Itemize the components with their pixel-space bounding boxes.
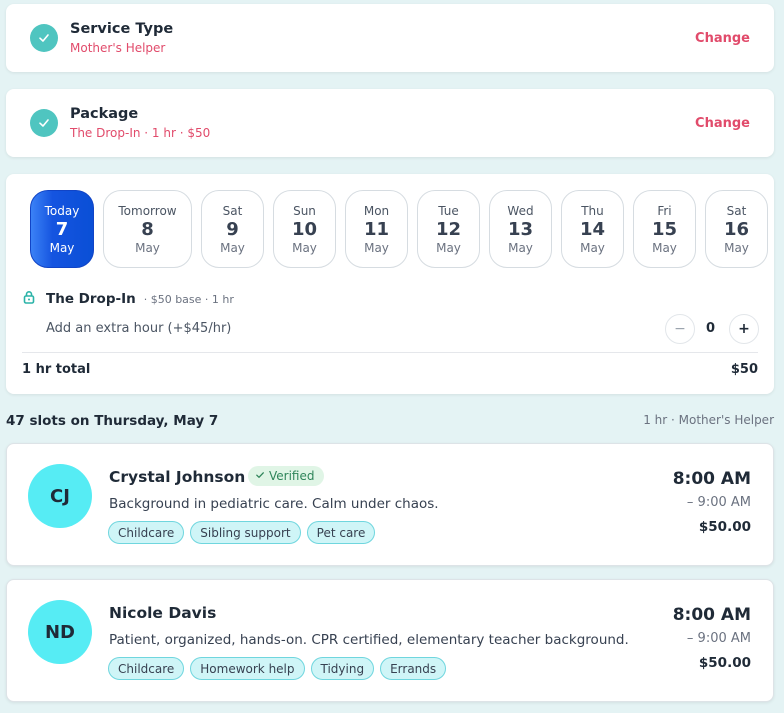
date-pill-sun-10[interactable]: Sun 10 May xyxy=(273,190,336,268)
date-pill-today[interactable]: Today 7 May xyxy=(30,190,94,268)
avatar: ND xyxy=(28,600,92,664)
total-label: 1 hr total xyxy=(22,362,91,377)
skill-tag: Homework help xyxy=(190,657,305,680)
provider-card[interactable]: ND Nicole Davis Patient, organized, hand… xyxy=(6,579,774,702)
slots-meta: 1 hr · Mother's Helper xyxy=(643,413,774,427)
date-day: 12 xyxy=(435,219,462,240)
verified-badge: Verified xyxy=(248,466,324,486)
extra-hour-count: 0 xyxy=(706,321,716,336)
provider-bio: Patient, organized, hands-on. CPR certif… xyxy=(109,632,629,648)
date-day: 15 xyxy=(651,219,678,240)
skill-tag: Childcare xyxy=(108,521,185,544)
provider-name: Crystal Johnson xyxy=(109,468,246,486)
check-circle-icon xyxy=(30,24,58,52)
date-picker: Today 7 May Tomorrow 8 May Sat 9 May Sun… xyxy=(30,190,774,270)
date-month: May xyxy=(580,241,605,255)
avatar: CJ xyxy=(28,464,92,528)
service-type-title: Service Type xyxy=(70,21,174,37)
date-dow: Sun xyxy=(293,204,316,218)
slot-price: $50.00 xyxy=(698,655,751,671)
service-type-value: Mother's Helper xyxy=(70,41,166,55)
skill-tag: Childcare xyxy=(108,657,185,680)
date-month: May xyxy=(652,241,677,255)
date-pill-tomorrow[interactable]: Tomorrow 8 May xyxy=(103,190,192,268)
decrement-button[interactable]: − xyxy=(665,314,695,344)
date-day: 7 xyxy=(55,219,69,240)
change-service-type-button[interactable]: Change xyxy=(695,31,750,46)
date-day: 11 xyxy=(363,219,390,240)
change-package-button[interactable]: Change xyxy=(695,116,750,131)
date-dow: Thu xyxy=(581,204,604,218)
package-value: The Drop-In · 1 hr · $50 xyxy=(70,126,211,140)
date-pill-thu-14[interactable]: Thu 14 May xyxy=(561,190,624,268)
date-pill-sat-9[interactable]: Sat 9 May xyxy=(201,190,264,268)
date-pill-fri-15[interactable]: Fri 15 May xyxy=(633,190,696,268)
package-title: Package xyxy=(70,106,139,122)
slot-end-time: – 9:00 AM xyxy=(686,495,751,510)
date-dow: Tue xyxy=(438,204,459,218)
skill-tags: Childcare Sibling support Pet care xyxy=(108,521,376,544)
provider-bio: Background in pediatric care. Calm under… xyxy=(109,496,439,512)
provider-card[interactable]: CJ Crystal Johnson Verified Background i… xyxy=(6,443,774,566)
date-dow: Mon xyxy=(363,204,390,218)
date-month: May xyxy=(724,241,749,255)
date-day: 10 xyxy=(291,219,318,240)
date-day: 16 xyxy=(723,219,750,240)
skill-tag: Errands xyxy=(380,657,447,680)
package-summary: The Drop-In · $50 base · 1 hr xyxy=(22,290,234,308)
package-card: Package The Drop-In · 1 hr · $50 Change xyxy=(6,89,774,157)
slots-heading: 47 slots on Thursday, May 7 xyxy=(6,413,219,429)
slot-start-time: 8:00 AM xyxy=(672,605,751,625)
skill-tag: Sibling support xyxy=(190,521,301,544)
skill-tag: Tidying xyxy=(310,657,375,680)
extra-hour-label: Add an extra hour (+$45/hr) xyxy=(46,321,232,336)
skill-tags: Childcare Homework help Tidying Errands xyxy=(108,657,447,680)
date-month: May xyxy=(135,241,160,255)
date-day: 14 xyxy=(579,219,606,240)
date-dow: Today xyxy=(44,204,80,218)
date-dow: Wed xyxy=(507,204,534,218)
verified-label: Verified xyxy=(269,469,315,483)
date-month: May xyxy=(220,241,245,255)
date-dow: Sat xyxy=(726,204,747,218)
date-dow: Fri xyxy=(657,204,672,218)
date-pill-mon-11[interactable]: Mon 11 May xyxy=(345,190,408,268)
date-pill-tue-12[interactable]: Tue 12 May xyxy=(417,190,480,268)
date-day: 8 xyxy=(141,219,154,240)
package-meta: · $50 base · 1 hr xyxy=(143,292,234,306)
date-dow: Tomorrow xyxy=(118,204,177,218)
check-icon xyxy=(255,469,265,483)
slot-end-time: – 9:00 AM xyxy=(686,631,751,646)
slot-price: $50.00 xyxy=(698,519,751,535)
divider xyxy=(22,352,758,353)
slot-start-time: 8:00 AM xyxy=(672,469,751,489)
date-month: May xyxy=(508,241,533,255)
date-pill-sat-16[interactable]: Sat 16 May xyxy=(705,190,768,268)
date-month: May xyxy=(436,241,461,255)
date-month: May xyxy=(49,241,75,255)
total-price: $50 xyxy=(730,362,758,377)
increment-button[interactable]: + xyxy=(729,314,759,344)
date-dow: Sat xyxy=(222,204,243,218)
check-circle-icon xyxy=(30,109,58,137)
date-day: 9 xyxy=(226,219,239,240)
skill-tag: Pet care xyxy=(306,521,376,544)
date-day: 13 xyxy=(507,219,534,240)
date-month: May xyxy=(292,241,317,255)
date-pill-wed-13[interactable]: Wed 13 May xyxy=(489,190,552,268)
date-month: May xyxy=(364,241,389,255)
schedule-card: Today 7 May Tomorrow 8 May Sat 9 May Sun… xyxy=(6,174,774,394)
package-name: The Drop-In xyxy=(46,291,136,307)
service-type-card: Service Type Mother's Helper Change xyxy=(6,4,774,72)
lock-icon xyxy=(22,290,36,308)
provider-name: Nicole Davis xyxy=(109,604,217,622)
